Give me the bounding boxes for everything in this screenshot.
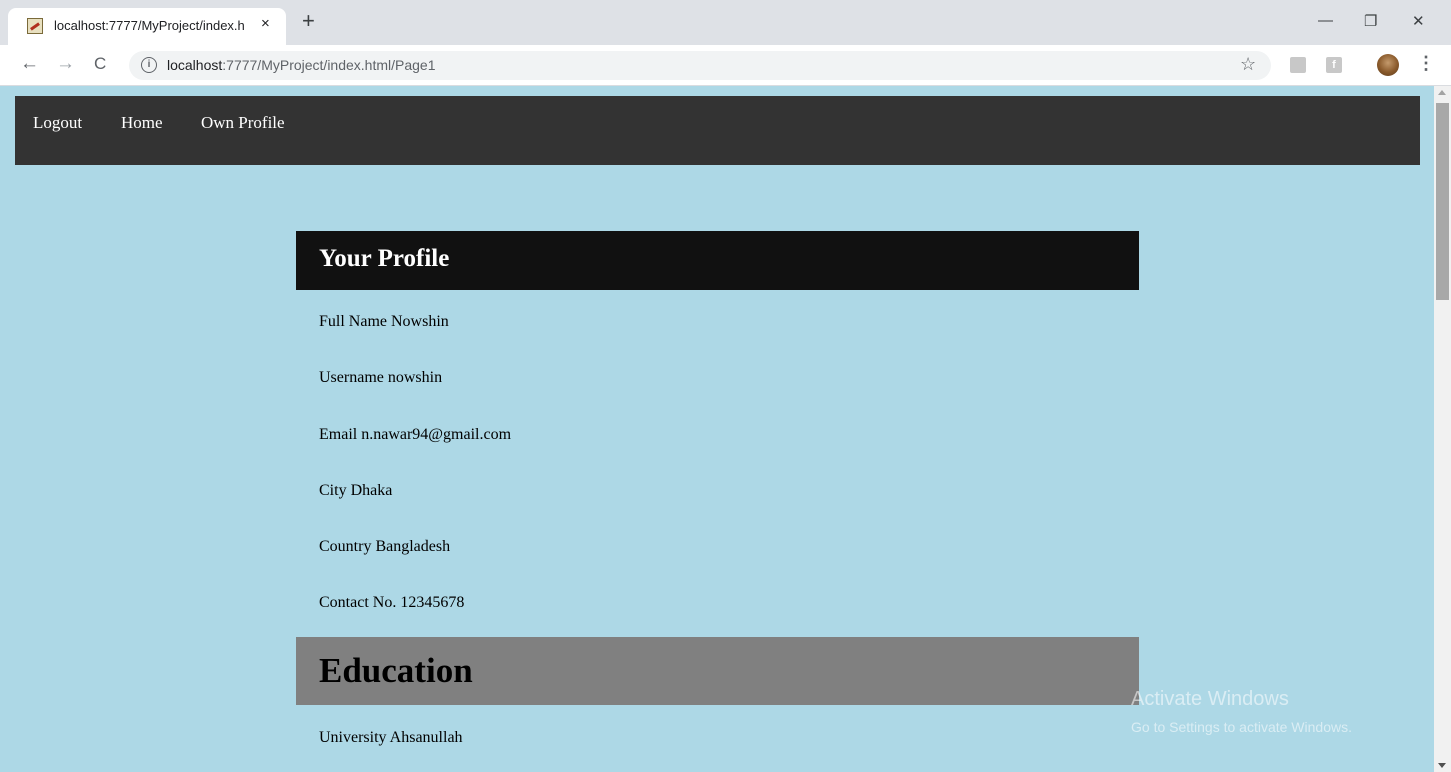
url-host: localhost — [167, 57, 223, 73]
window-close-button[interactable]: ✕ — [1412, 12, 1425, 30]
site-navbar: Logout Home Own Profile — [15, 96, 1420, 165]
profile-field-username: Username nowshin — [319, 369, 443, 386]
education-title: Education — [319, 651, 473, 690]
profile-avatar[interactable] — [1377, 54, 1399, 76]
new-tab-button[interactable]: + — [302, 10, 315, 32]
nav-own-profile-link[interactable]: Own Profile — [201, 113, 285, 133]
profile-field-city: City Dhaka — [319, 482, 393, 499]
scrollbar-thumb[interactable] — [1436, 103, 1449, 300]
profile-field-email: Email n.nawar94@gmail.com — [319, 426, 512, 443]
profile-field-country: Country Bangladesh — [319, 538, 451, 555]
facebook-extension-icon[interactable]: f — [1326, 57, 1342, 73]
url-path: :7777/MyProject/index.html/Page1 — [222, 57, 436, 73]
nav-home-link[interactable]: Home — [121, 113, 163, 133]
page-viewport: Logout Home Own Profile Your Profile Ful… — [0, 86, 1434, 772]
reload-button[interactable]: C — [94, 54, 106, 74]
nav-logout-link[interactable]: Logout — [33, 113, 82, 133]
forward-button[interactable]: → — [56, 53, 75, 75]
windows-activation-subtitle: Go to Settings to activate Windows. — [1131, 719, 1352, 735]
info-icon[interactable]: i — [141, 57, 157, 73]
minimize-button[interactable]: — — [1318, 12, 1333, 29]
tab-close-icon[interactable]: × — [261, 15, 270, 32]
pdf-extension-icon[interactable] — [1290, 57, 1306, 73]
profile-header: Your Profile — [296, 231, 1139, 290]
windows-activation-title: Activate Windows — [1131, 688, 1289, 710]
education-header: Education — [296, 637, 1139, 705]
back-button[interactable]: ← — [20, 53, 39, 75]
tab-title: localhost:7777/MyProject/index.h — [54, 18, 245, 33]
profile-title: Your Profile — [319, 245, 450, 272]
profile-field-full-name: Full Name Nowshin — [319, 313, 449, 330]
profile-field-contact: Contact No. 12345678 — [319, 594, 465, 611]
url-text[interactable]: localhost:7777/MyProject/index.html/Page… — [167, 57, 436, 73]
scroll-up-icon[interactable] — [1438, 90, 1446, 95]
bookmark-star-icon[interactable]: ☆ — [1240, 54, 1256, 75]
browser-tab-bar: localhost:7777/MyProject/index.h × + — ❐… — [0, 0, 1451, 45]
page-favicon-icon — [27, 18, 43, 34]
address-bar[interactable]: i localhost:7777/MyProject/index.html/Pa… — [129, 51, 1271, 80]
browser-tab[interactable]: localhost:7777/MyProject/index.h × — [8, 8, 286, 45]
vertical-scrollbar[interactable] — [1434, 86, 1451, 772]
scroll-down-icon[interactable] — [1438, 763, 1446, 768]
browser-menu-icon[interactable]: ⋮ — [1417, 53, 1435, 74]
browser-toolbar: ← → C i localhost:7777/MyProject/index.h… — [0, 45, 1451, 86]
education-field-university: University Ahsanullah — [319, 729, 463, 746]
restore-button[interactable]: ❐ — [1364, 12, 1377, 30]
